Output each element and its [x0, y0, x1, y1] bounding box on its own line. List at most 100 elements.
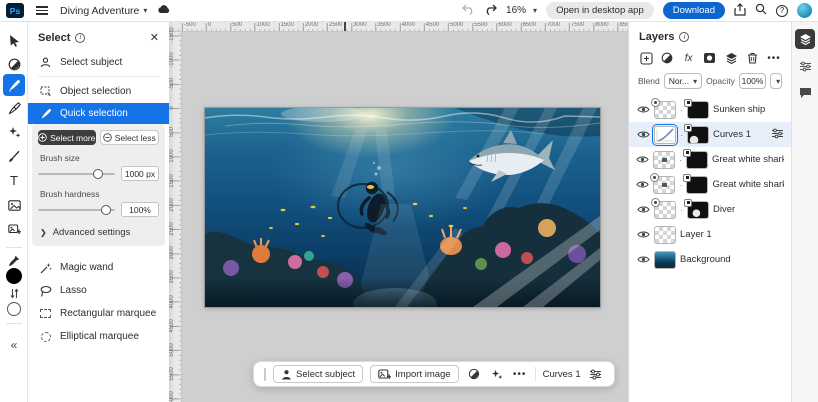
layer-mask-thumbnail[interactable] — [687, 101, 709, 119]
layer-thumbnail[interactable] — [654, 226, 676, 244]
layer-row-sunken-ship[interactable]: · Sunken ship — [629, 97, 791, 122]
layer-mask-thumbnail[interactable] — [686, 151, 708, 169]
eye-icon[interactable] — [636, 155, 649, 164]
adjustment-icon[interactable] — [466, 366, 482, 382]
info-icon[interactable]: i — [679, 32, 689, 42]
brush-hardness-value[interactable]: 100% — [121, 202, 159, 217]
advanced-settings-toggle[interactable]: ❯ Advanced settings — [40, 227, 157, 238]
layer-row-diver[interactable]: · Diver — [629, 197, 791, 222]
collapse-tools-icon[interactable]: « — [0, 335, 28, 355]
main-menu-icon[interactable] — [36, 6, 48, 15]
avatar[interactable] — [797, 3, 812, 18]
adjust-tool-icon[interactable] — [0, 54, 28, 74]
layer-thumbnail[interactable] — [654, 251, 676, 269]
layer-name: Sunken ship — [713, 104, 765, 115]
rectangular-marquee-item[interactable]: Rectangular marquee — [28, 302, 169, 325]
brush-size-slider[interactable] — [38, 168, 115, 180]
comments-panel-tab[interactable] — [795, 83, 815, 103]
elliptical-marquee-item[interactable]: Elliptical marquee — [28, 325, 169, 348]
layer-row-great-white-shark-copy[interactable]: · Great white shark co... — [629, 147, 791, 172]
document-title[interactable]: Diving Adventure — [60, 5, 139, 17]
effects-icon[interactable]: fx — [681, 50, 697, 66]
select-subject-label: Select subject — [296, 369, 355, 380]
adjustment-settings-icon[interactable] — [771, 128, 784, 142]
add-layer-icon[interactable] — [638, 50, 654, 66]
layer-row-great-white-shark[interactable]: · Great white shark — [629, 172, 791, 197]
adjustment-settings-icon[interactable] — [588, 366, 604, 382]
brush-size-label: Brush size — [40, 153, 157, 163]
more-options-icon[interactable]: ••• — [512, 366, 528, 382]
ruler-label: -1000 — [169, 50, 177, 70]
mask-badge-icon — [683, 149, 691, 157]
zoom-level-value: 16% — [506, 5, 526, 16]
layer-thumbnail[interactable] — [654, 101, 676, 119]
eye-icon[interactable] — [636, 230, 650, 239]
ruler-label: 6000 — [169, 388, 177, 402]
layer-mask-thumbnail[interactable] — [687, 126, 709, 144]
layer-row-background[interactable]: Background — [629, 247, 791, 272]
brush-hardness-slider[interactable] — [38, 204, 115, 216]
chevron-right-icon: ❯ — [40, 228, 47, 237]
eye-icon[interactable] — [636, 105, 650, 114]
select-subject-button[interactable]: Select subject — [273, 365, 363, 383]
chevron-down-icon: ▾ — [693, 77, 697, 86]
magic-wand-item[interactable]: Magic wand — [28, 256, 169, 279]
layers-stack-icon[interactable] — [723, 50, 739, 66]
quick-selection-item[interactable]: Quick selection — [28, 103, 169, 124]
brush-size-value[interactable]: 1000 px — [121, 166, 159, 181]
shapes-tool-icon[interactable] — [0, 195, 28, 215]
opacity-dropdown[interactable]: ▾ — [770, 73, 782, 89]
blend-mode-dropdown[interactable]: Nor... ▾ — [664, 73, 702, 89]
import-image-button[interactable]: Import image — [370, 365, 458, 383]
eye-icon[interactable] — [636, 180, 649, 189]
ruler-label: 3000 — [169, 243, 177, 263]
more-options-icon[interactable]: ••• — [766, 50, 782, 66]
layer-row-curves-1[interactable]: · Curves 1 — [629, 122, 791, 147]
opacity-input[interactable]: 100% — [739, 73, 766, 89]
ruler-label: 500 — [232, 22, 242, 28]
layer-thumbnail[interactable] — [654, 201, 676, 219]
background-color-swatch[interactable] — [0, 299, 28, 319]
generative-fill-icon[interactable] — [489, 366, 505, 382]
adjustment-icon[interactable] — [659, 50, 675, 66]
eye-icon[interactable] — [636, 130, 650, 139]
curves-thumbnail[interactable] — [654, 126, 676, 144]
close-icon[interactable]: ✕ — [150, 31, 159, 44]
download-button[interactable]: Download — [663, 2, 725, 19]
zoom-level-control[interactable]: 16% ▾ — [506, 5, 537, 16]
brush-tool-icon[interactable] — [0, 146, 28, 166]
canvas[interactable] — [205, 108, 600, 307]
canvas-image[interactable] — [205, 108, 600, 307]
select-less-button[interactable]: Select less — [100, 130, 160, 145]
help-icon[interactable]: ? — [776, 5, 788, 17]
undo-icon[interactable] — [462, 4, 475, 18]
lasso-item[interactable]: Lasso — [28, 279, 169, 302]
taskbar-drag-handle[interactable] — [264, 368, 266, 381]
layers-panel-tab[interactable] — [795, 29, 815, 49]
eye-icon[interactable] — [636, 205, 650, 214]
layer-thumbnail[interactable] — [653, 176, 675, 194]
adjustments-panel-tab[interactable] — [795, 56, 815, 76]
select-more-button[interactable]: Select more — [38, 130, 96, 145]
delete-layer-icon[interactable] — [745, 50, 761, 66]
remove-tool-icon[interactable] — [0, 98, 28, 118]
mask-icon[interactable] — [702, 50, 718, 66]
chevron-down-icon[interactable]: ▾ — [143, 6, 147, 15]
quick-selection-tool-icon[interactable] — [0, 75, 28, 95]
layer-mask-thumbnail[interactable] — [687, 201, 709, 219]
layer-mask-thumbnail[interactable] — [686, 176, 708, 194]
search-icon[interactable] — [755, 3, 767, 18]
redo-icon[interactable] — [484, 4, 497, 18]
move-tool-icon[interactable] — [0, 30, 28, 50]
eye-icon[interactable] — [636, 255, 650, 264]
open-in-desktop-button[interactable]: Open in desktop app — [546, 2, 654, 19]
layer-thumbnail[interactable] — [653, 151, 675, 169]
share-icon[interactable] — [734, 3, 746, 19]
info-icon[interactable]: i — [75, 33, 85, 43]
object-selection-item[interactable]: Object selection — [28, 79, 169, 103]
import-image-tool-icon[interactable] — [0, 219, 28, 239]
generative-fill-icon[interactable] — [0, 122, 28, 142]
layer-row-layer-1[interactable]: Layer 1 — [629, 222, 791, 247]
type-tool-icon[interactable]: T — [0, 170, 28, 190]
select-subject-item[interactable]: Select subject — [28, 50, 169, 74]
